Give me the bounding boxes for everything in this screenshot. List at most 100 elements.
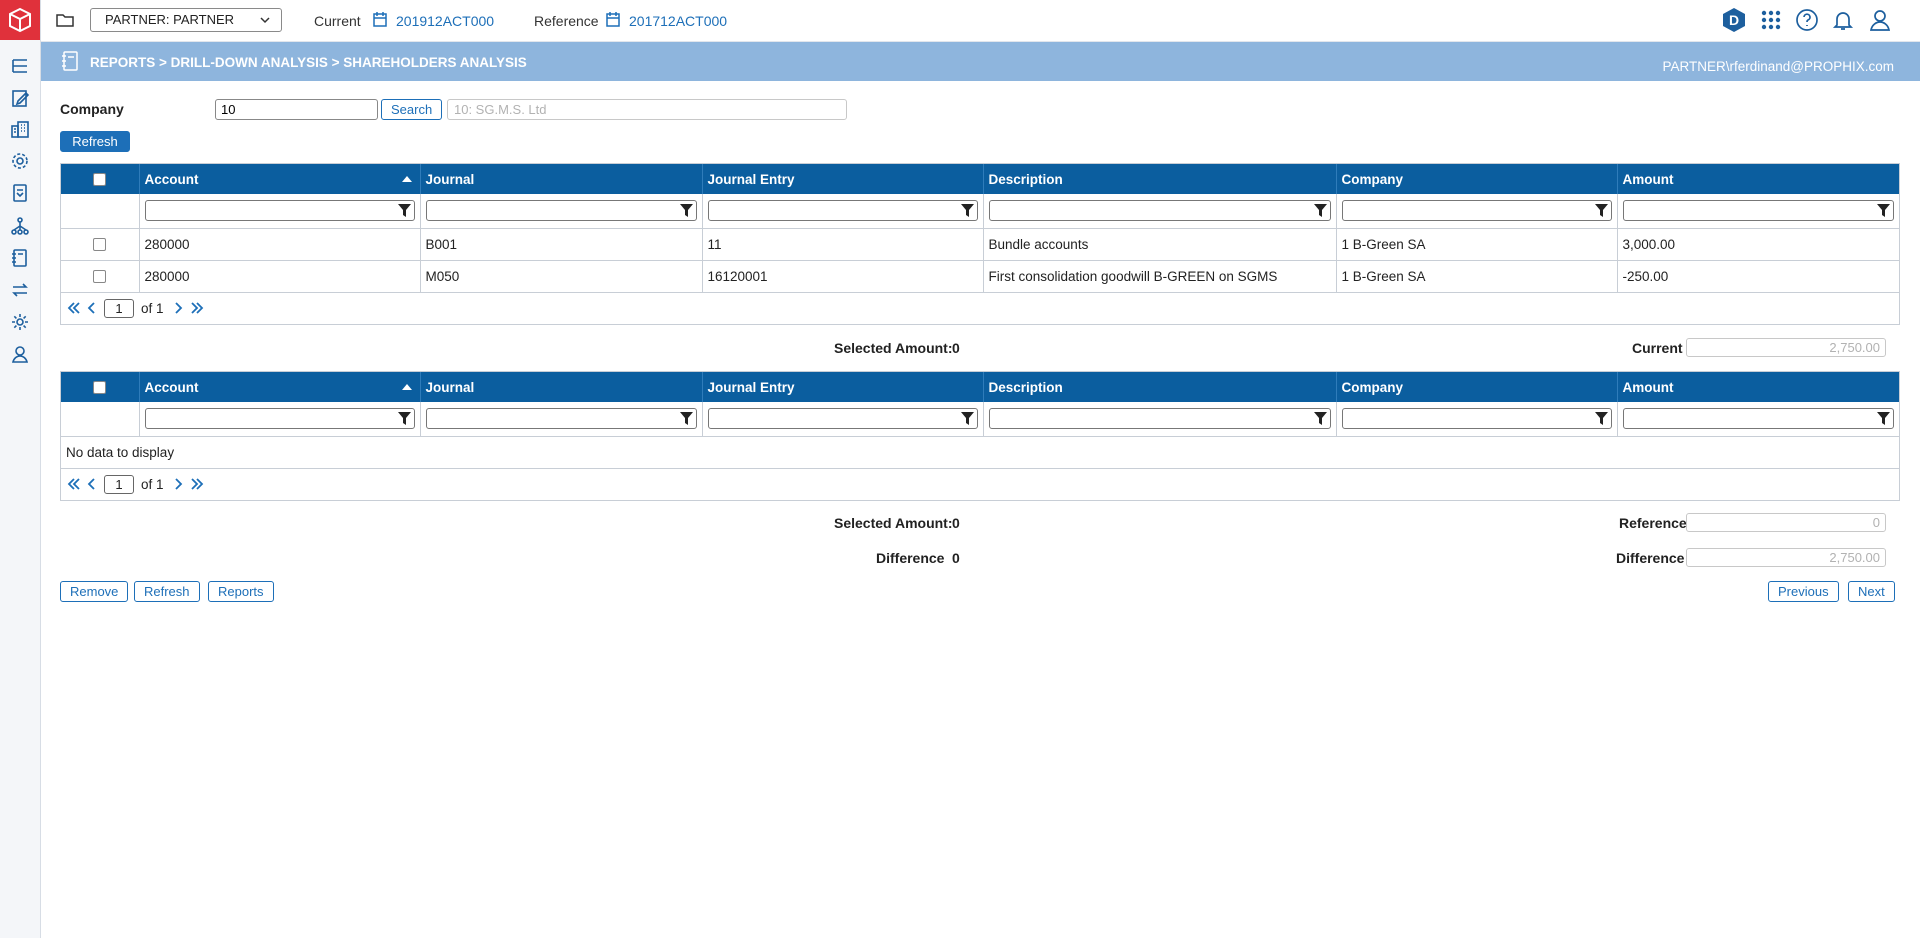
grid-header-row: Account Journal Journal Entry Descriptio… bbox=[61, 164, 1899, 194]
filter-icon[interactable] bbox=[1594, 204, 1608, 218]
calendar-icon[interactable] bbox=[373, 12, 387, 27]
product-badge-icon[interactable]: D bbox=[1721, 7, 1747, 33]
next-page-icon[interactable] bbox=[171, 477, 185, 491]
transfer-arrows-icon[interactable] bbox=[9, 279, 31, 301]
bell-icon[interactable] bbox=[1830, 7, 1856, 33]
filter-icon[interactable] bbox=[679, 204, 693, 218]
prev-page-icon[interactable] bbox=[85, 301, 99, 315]
filter-icon[interactable] bbox=[1877, 204, 1890, 218]
app-grid-icon[interactable] bbox=[1758, 7, 1784, 33]
filter-input-company[interactable] bbox=[1341, 408, 1612, 430]
filter-icon[interactable] bbox=[1877, 412, 1890, 426]
first-page-icon[interactable] bbox=[67, 301, 81, 315]
select-all-header bbox=[61, 164, 140, 194]
filter-icon[interactable] bbox=[960, 204, 974, 218]
reports-button[interactable]: Reports bbox=[208, 581, 274, 602]
filter-cell bbox=[139, 194, 421, 229]
filter-input-journal-entry[interactable] bbox=[707, 200, 978, 222]
user-profile-icon[interactable] bbox=[1867, 7, 1893, 33]
column-header-amount[interactable]: Amount bbox=[1617, 372, 1899, 402]
next-page-icon[interactable] bbox=[171, 301, 185, 315]
column-header-journal-entry[interactable]: Journal Entry bbox=[702, 372, 984, 402]
page-total: 1 bbox=[156, 476, 164, 492]
column-header-company[interactable]: Company bbox=[1336, 372, 1618, 402]
app-logo[interactable] bbox=[0, 0, 40, 40]
hierarchy-list-icon[interactable] bbox=[9, 55, 31, 77]
column-header-amount[interactable]: Amount bbox=[1617, 164, 1899, 194]
folder-icon[interactable] bbox=[56, 12, 74, 28]
next-button[interactable]: Next bbox=[1848, 581, 1895, 602]
filter-icon[interactable] bbox=[1313, 412, 1327, 426]
column-header-company[interactable]: Company bbox=[1336, 164, 1618, 194]
help-icon[interactable] bbox=[1794, 7, 1820, 33]
buildings-icon[interactable] bbox=[9, 118, 31, 140]
notebook-icon[interactable] bbox=[9, 247, 31, 269]
filter-input-journal[interactable] bbox=[425, 408, 697, 430]
filter-cell bbox=[420, 402, 703, 437]
company-input[interactable] bbox=[215, 99, 378, 120]
prev-page-icon[interactable] bbox=[85, 477, 99, 491]
filter-icon[interactable] bbox=[679, 412, 693, 426]
settings-network-icon[interactable] bbox=[9, 150, 31, 172]
column-header-account[interactable]: Account bbox=[139, 164, 421, 194]
reference-period-link[interactable]: 201712ACT000 bbox=[629, 13, 727, 29]
refresh-button-top[interactable]: Refresh bbox=[60, 131, 130, 152]
last-page-icon[interactable] bbox=[190, 477, 204, 491]
column-header-label: Account bbox=[144, 171, 199, 187]
row-checkbox[interactable] bbox=[93, 269, 107, 283]
column-header-journal-entry[interactable]: Journal Entry bbox=[702, 164, 984, 194]
org-chart-icon[interactable] bbox=[9, 215, 31, 237]
filter-icon[interactable] bbox=[1313, 204, 1327, 218]
filter-input-description[interactable] bbox=[988, 408, 1331, 430]
column-header-journal[interactable]: Journal bbox=[420, 372, 703, 402]
difference-label: Difference bbox=[876, 550, 945, 566]
last-page-icon[interactable] bbox=[190, 301, 204, 315]
column-header-journal[interactable]: Journal bbox=[420, 164, 703, 194]
gear-icon[interactable] bbox=[9, 311, 31, 333]
report-document-icon[interactable] bbox=[9, 182, 31, 204]
company-label: Company bbox=[60, 101, 124, 117]
user-identity: PARTNER\rferdinand@PROPHIX.com bbox=[1662, 59, 1894, 74]
row-select-cell bbox=[61, 260, 140, 293]
filter-input-journal[interactable] bbox=[425, 200, 697, 222]
cell-account: 280000 bbox=[139, 260, 421, 293]
column-header-account[interactable]: Account bbox=[139, 372, 421, 402]
filter-input-company[interactable] bbox=[1341, 200, 1612, 222]
table-row[interactable]: 280000 B001 11 Bundle accounts 1 B-Green… bbox=[61, 228, 1899, 261]
search-button[interactable]: Search bbox=[381, 99, 443, 120]
filter-input-amount[interactable] bbox=[1622, 408, 1894, 430]
previous-button[interactable]: Previous bbox=[1768, 581, 1839, 602]
company-description-field: 10: SG.M.S. Ltd bbox=[447, 99, 847, 120]
column-header-description[interactable]: Description bbox=[983, 164, 1337, 194]
left-rail bbox=[0, 0, 41, 938]
filter-input-account[interactable] bbox=[144, 200, 415, 222]
filter-input-journal-entry[interactable] bbox=[707, 408, 978, 430]
table-row[interactable]: 280000 M050 16120001 First consolidation… bbox=[61, 260, 1899, 293]
user-admin-icon[interactable] bbox=[9, 343, 31, 365]
current-period-link[interactable]: 201912ACT000 bbox=[396, 13, 494, 29]
breadcrumb[interactable]: REPORTS > DRILL-DOWN ANALYSIS > SHAREHOL… bbox=[90, 55, 527, 70]
first-page-icon[interactable] bbox=[67, 477, 81, 491]
select-all-checkbox[interactable] bbox=[93, 380, 107, 394]
remove-button[interactable]: Remove bbox=[60, 581, 129, 602]
row-checkbox[interactable] bbox=[93, 237, 107, 251]
filter-input-amount[interactable] bbox=[1622, 200, 1894, 222]
calendar-icon[interactable] bbox=[606, 12, 620, 27]
edit-document-icon[interactable] bbox=[9, 87, 31, 109]
page-number-input[interactable]: 1 bbox=[104, 474, 134, 494]
selected-amount-label: Selected Amount: bbox=[834, 340, 953, 356]
cube-logo-icon bbox=[9, 7, 31, 33]
filter-icon[interactable] bbox=[1594, 412, 1608, 426]
filter-input-account[interactable] bbox=[144, 408, 415, 430]
filter-icon[interactable] bbox=[960, 412, 974, 426]
filter-input-description[interactable] bbox=[988, 200, 1331, 222]
select-all-header bbox=[61, 372, 140, 402]
partner-select[interactable]: PARTNER: PARTNER bbox=[90, 8, 282, 32]
filter-icon[interactable] bbox=[397, 412, 411, 426]
refresh-button[interactable]: Refresh bbox=[134, 581, 200, 602]
column-header-description[interactable]: Description bbox=[983, 372, 1337, 402]
page-number-input[interactable]: 1 bbox=[104, 298, 134, 318]
filter-icon[interactable] bbox=[397, 204, 411, 218]
select-all-checkbox[interactable] bbox=[93, 172, 107, 186]
filter-row bbox=[61, 194, 1899, 229]
